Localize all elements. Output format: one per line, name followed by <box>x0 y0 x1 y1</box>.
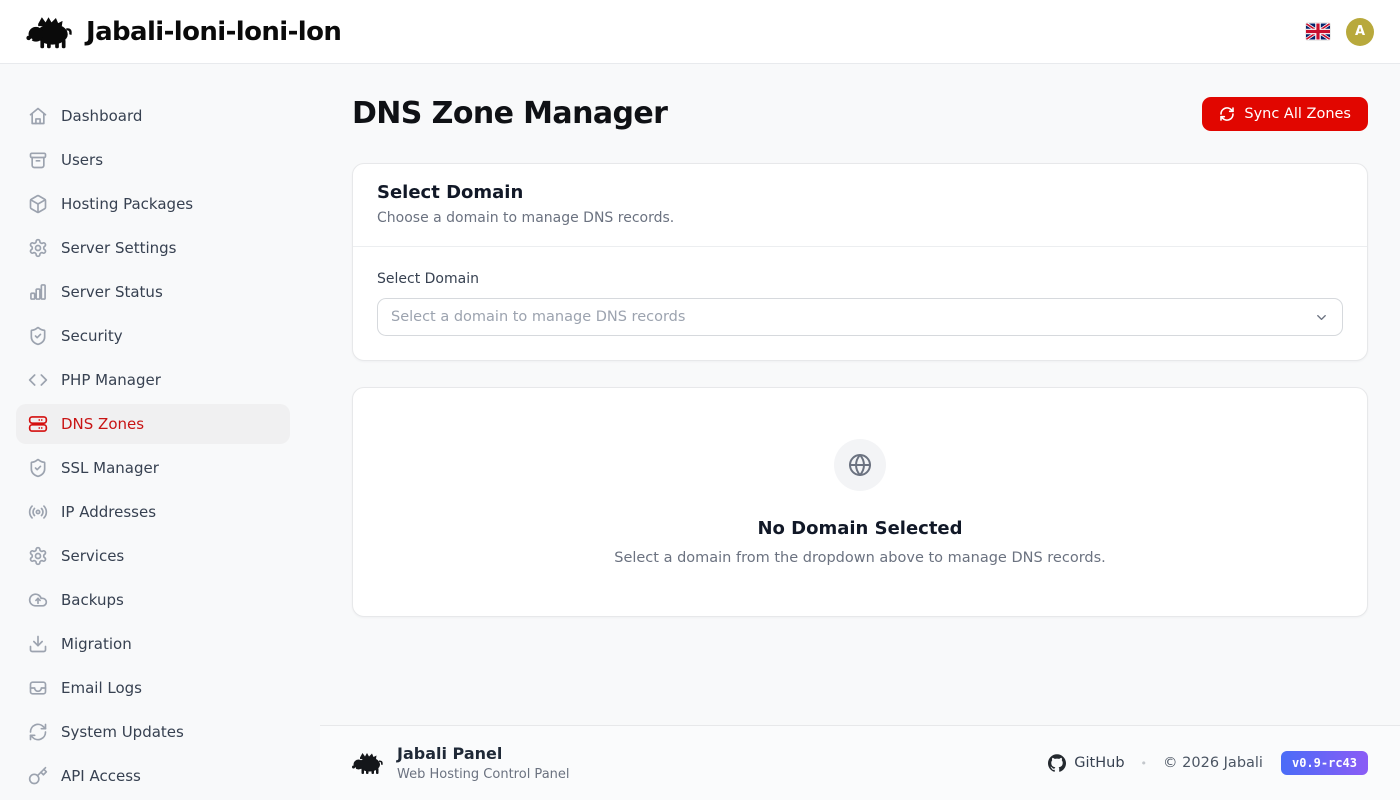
sidebar-item-label: IP Addresses <box>61 503 156 521</box>
sidebar-item-label: Backups <box>61 591 124 609</box>
archive-icon <box>28 150 48 170</box>
app-header: Jabali-loni-loni-lon A <box>0 0 1400 64</box>
github-label: GitHub <box>1074 755 1124 771</box>
sidebar-item-email-logs[interactable]: Email Logs <box>16 668 290 708</box>
sidebar-item-label: SSL Manager <box>61 459 159 477</box>
sidebar-item-hosting-packages[interactable]: Hosting Packages <box>16 184 290 224</box>
sidebar-item-label: Email Logs <box>61 679 142 697</box>
page-title: DNS Zone Manager <box>352 96 667 131</box>
code-icon <box>28 370 48 390</box>
globe-icon <box>848 453 872 477</box>
sidebar-item-ssl-manager[interactable]: SSL Manager <box>16 448 290 488</box>
refresh-icon <box>1219 106 1235 122</box>
sidebar-item-label: DNS Zones <box>61 415 144 433</box>
boar-logo-icon <box>26 15 74 49</box>
avatar[interactable]: A <box>1346 18 1374 46</box>
sync-all-zones-button[interactable]: Sync All Zones <box>1202 97 1368 131</box>
sidebar-item-server-settings[interactable]: Server Settings <box>16 228 290 268</box>
radio-icon <box>28 502 48 522</box>
sidebar-item-migration[interactable]: Migration <box>16 624 290 664</box>
inbox-icon <box>28 678 48 698</box>
empty-state-card: No Domain Selected Select a domain from … <box>352 387 1368 617</box>
select-domain-card: Select Domain Choose a domain to manage … <box>352 163 1368 361</box>
package-icon <box>28 194 48 214</box>
domain-select-label: Select Domain <box>377 271 1343 287</box>
refresh-icon <box>28 722 48 742</box>
domain-select-placeholder: Select a domain to manage DNS records <box>391 309 685 325</box>
sync-button-label: Sync All Zones <box>1244 106 1351 122</box>
sidebar-item-system-updates[interactable]: System Updates <box>16 712 290 752</box>
shield-check-icon <box>28 458 48 478</box>
boar-logo-icon <box>352 751 384 775</box>
sidebar-item-dashboard[interactable]: Dashboard <box>16 96 290 136</box>
sidebar-item-label: Security <box>61 327 123 345</box>
app-title: Jabali-loni-loni-lon <box>86 17 341 47</box>
domain-select[interactable]: Select a domain to manage DNS records <box>377 298 1343 336</box>
sidebar-item-users[interactable]: Users <box>16 140 290 180</box>
home-icon <box>28 106 48 126</box>
sidebar-item-ip-addresses[interactable]: IP Addresses <box>16 492 290 532</box>
cloud-upload-icon <box>28 590 48 610</box>
empty-state-title: No Domain Selected <box>757 518 962 539</box>
uk-flag-icon[interactable] <box>1306 23 1330 40</box>
empty-state-message: Select a domain from the dropdown above … <box>614 550 1106 566</box>
card-subtitle: Choose a domain to manage DNS records. <box>377 210 1343 226</box>
gear-icon <box>28 546 48 566</box>
sidebar-item-label: Hosting Packages <box>61 195 193 213</box>
sidebar-item-label: Server Status <box>61 283 163 301</box>
main-area: DNS Zone Manager Sync All Zones Select D… <box>320 64 1400 800</box>
card-title: Select Domain <box>377 182 1343 203</box>
server-icon <box>28 414 48 434</box>
sidebar-item-label: Server Settings <box>61 239 176 257</box>
sidebar-item-server-status[interactable]: Server Status <box>16 272 290 312</box>
download-icon <box>28 634 48 654</box>
sidebar-item-php-manager[interactable]: PHP Manager <box>16 360 290 400</box>
footer-brand-name: Jabali Panel <box>397 744 570 763</box>
brand: Jabali-loni-loni-lon <box>26 15 341 49</box>
sidebar-item-label: Users <box>61 151 103 169</box>
sidebar-item-services[interactable]: Services <box>16 536 290 576</box>
bar-chart-icon <box>28 282 48 302</box>
sidebar-item-label: System Updates <box>61 723 184 741</box>
sidebar-item-label: Migration <box>61 635 132 653</box>
github-link[interactable]: GitHub <box>1048 754 1124 772</box>
sidebar-item-label: API Access <box>61 767 141 785</box>
globe-icon-circle <box>834 439 886 491</box>
version-badge: v0.9-rc43 <box>1281 751 1368 775</box>
sidebar-item-label: Services <box>61 547 124 565</box>
footer-separator: • <box>1141 757 1148 770</box>
sidebar: Dashboard Users Hosting Packages Server … <box>0 64 320 800</box>
footer: Jabali Panel Web Hosting Control Panel G… <box>320 725 1400 800</box>
shield-check-icon <box>28 326 48 346</box>
footer-brand-subtitle: Web Hosting Control Panel <box>397 767 570 782</box>
key-icon <box>28 766 48 786</box>
sidebar-item-security[interactable]: Security <box>16 316 290 356</box>
sidebar-item-label: PHP Manager <box>61 371 161 389</box>
github-icon <box>1048 754 1066 772</box>
copyright-text: © 2026 Jabali <box>1163 755 1263 771</box>
chevron-down-icon <box>1314 310 1329 325</box>
sidebar-item-backups[interactable]: Backups <box>16 580 290 620</box>
sidebar-item-label: Dashboard <box>61 107 142 125</box>
sidebar-item-dns-zones[interactable]: DNS Zones <box>16 404 290 444</box>
gear-icon <box>28 238 48 258</box>
sidebar-item-api-access[interactable]: API Access <box>16 756 290 796</box>
header-actions: A <box>1306 18 1374 46</box>
